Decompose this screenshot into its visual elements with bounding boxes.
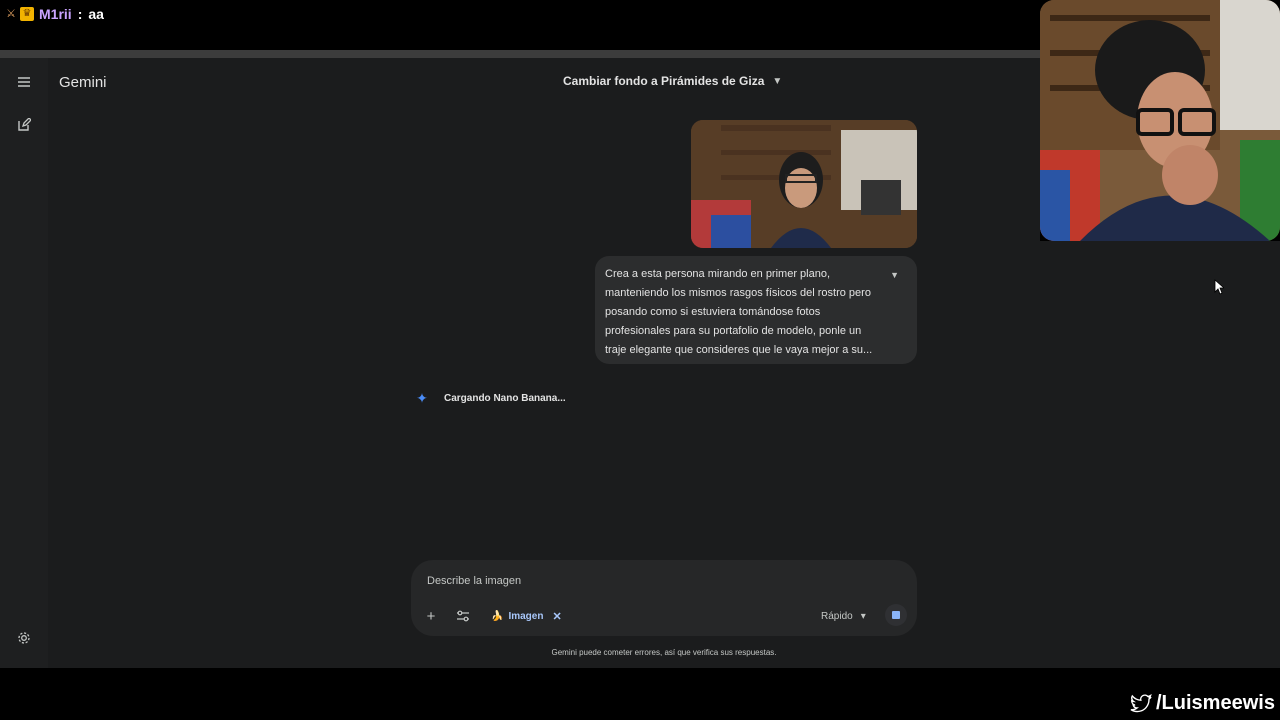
chevron-down-icon: ▼ <box>772 75 783 87</box>
chip-label: Imagen <box>508 610 544 622</box>
chat-separator: : <box>77 6 83 22</box>
disclaimer: Gemini puede cometer errores, así que ve… <box>551 648 777 657</box>
side-rail <box>0 58 48 668</box>
prompt-line: traje elegante que consideres que le vay… <box>605 344 873 356</box>
chat-title-text: Cambiar fondo a Pirámides de Giza <box>563 74 765 88</box>
uploaded-image[interactable] <box>691 120 917 248</box>
chevron-down-icon: ▾ <box>860 610 866 622</box>
prompt-line: Crea a esta persona mirando en primer pl… <box>605 268 831 280</box>
brand-title[interactable]: Gemini <box>59 74 107 91</box>
chat-title-dropdown[interactable]: Cambiar fondo a Pirámides de Giza ▼ <box>563 74 782 88</box>
model-selector[interactable]: Rápido ▾ <box>821 606 866 626</box>
gemini-sparkle-icon: ✦ <box>416 390 428 406</box>
loading-indicator: ✦ Cargando Nano Banana... <box>414 390 566 407</box>
stream-chat-line: ⚔ ♛ M1rii : aa <box>4 4 104 24</box>
webcam-feed <box>1040 0 1280 241</box>
twitter-handle: /Luismeewis <box>1130 692 1275 715</box>
prompt-line: posando como si estuviera tomándose foto… <box>605 306 821 318</box>
prompt-line: manteniendo los mismos rasgos físicos de… <box>605 287 871 299</box>
composer-tools: + 🍌 Imagen ✕ <box>421 606 562 626</box>
handle-text: /Luismeewis <box>1156 692 1275 714</box>
menu-icon[interactable] <box>12 70 36 94</box>
sword-badge-icon: ⚔ <box>6 8 16 20</box>
twitter-bird-icon <box>1130 693 1152 712</box>
prompt-composer: Describe la imagen + 🍌 Imagen ✕ Rápido ▾ <box>411 560 917 636</box>
expand-chevron-icon[interactable]: ▼ <box>890 270 899 280</box>
chat-message: aa <box>88 6 104 22</box>
loading-text: Cargando Nano Banana... <box>444 393 566 404</box>
banana-icon: 🍌 <box>491 610 504 622</box>
model-label: Rápido <box>821 610 853 622</box>
gemini-app-right-area <box>1040 241 1280 668</box>
chat-username: M1rii <box>39 6 72 22</box>
prompt-input[interactable]: Describe la imagen <box>427 575 521 587</box>
gear-icon[interactable] <box>12 626 36 650</box>
stop-button[interactable] <box>885 604 907 626</box>
image-tool-chip[interactable]: 🍌 Imagen ✕ <box>491 610 562 623</box>
edit-icon[interactable] <box>12 112 36 136</box>
add-icon[interactable]: + <box>421 606 441 626</box>
user-message-bubble: Crea a esta persona mirando en primer pl… <box>595 256 917 364</box>
crown-badge-icon: ♛ <box>20 7 34 21</box>
prompt-line: profesionales para su portafolio de mode… <box>605 325 862 337</box>
stop-icon <box>892 611 900 619</box>
mouse-cursor-icon <box>1214 279 1224 295</box>
close-icon[interactable]: ✕ <box>552 610 561 623</box>
tools-icon[interactable] <box>453 606 473 626</box>
